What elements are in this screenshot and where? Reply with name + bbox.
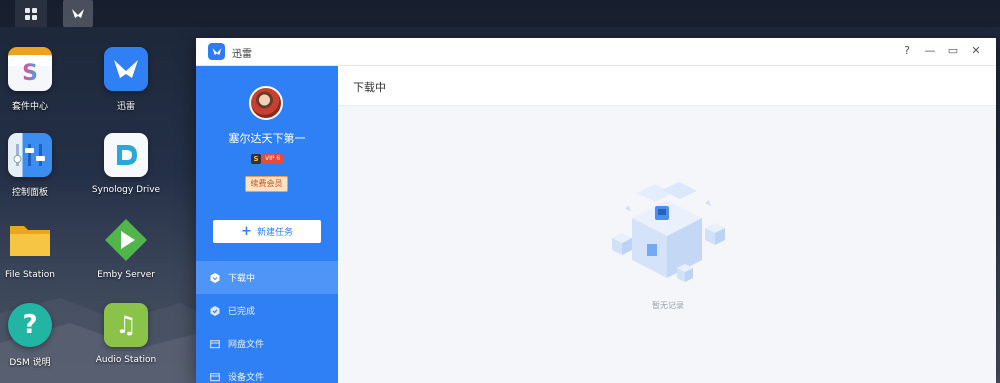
nav-item-device-files[interactable]: 设备文件: [196, 360, 338, 383]
page-title: 下载中: [353, 81, 386, 94]
new-task-label: 新建任务: [256, 228, 293, 238]
window-titlebar[interactable]: 迅雷 ? — ▭ ✕: [196, 38, 996, 66]
desktop-icon-dsm-help[interactable]: ? DSM 说明: [0, 303, 70, 368]
music-note-icon: ♫: [104, 303, 148, 347]
control-panel-icon: [8, 133, 52, 177]
nav-item-downloading[interactable]: 下载中: [196, 261, 338, 294]
desktop-icon-file-station[interactable]: File Station: [0, 218, 70, 280]
vip-level: VIP 6: [262, 153, 284, 164]
help-icon: ?: [8, 303, 52, 347]
close-button[interactable]: ✕: [968, 43, 984, 59]
main-menu-button[interactable]: [15, 0, 47, 27]
new-task-button[interactable]: + 新建任务: [213, 220, 321, 243]
thunder-bird-icon: [104, 47, 148, 91]
folder-icon: [8, 218, 52, 262]
nav-item-label: 网盘文件: [228, 340, 265, 350]
desktop-icon-synology-drive[interactable]: Synology Drive: [86, 133, 166, 195]
desktop-icon-package-center[interactable]: S 套件中心: [0, 47, 70, 112]
cloud-folder-icon: [210, 339, 220, 348]
desktop-icon-label: 迅雷: [116, 102, 135, 112]
vip-s-mark: S: [251, 153, 261, 164]
nav-item-cloud-files[interactable]: 网盘文件: [196, 327, 338, 360]
empty-state-text: 暂无记录: [652, 301, 684, 310]
desktop-icon-label: Emby Server: [97, 270, 155, 280]
minimize-button[interactable]: —: [922, 43, 938, 59]
avatar[interactable]: [249, 86, 283, 120]
maximize-button[interactable]: ▭: [945, 43, 961, 59]
desktop-icon-label: DSM 说明: [9, 358, 51, 368]
device-folder-icon: [210, 372, 220, 381]
taskbar-thunder-button[interactable]: [63, 0, 93, 27]
nav-item-completed[interactable]: 已完成: [196, 294, 338, 327]
renew-vip-button[interactable]: 续费会员: [245, 176, 288, 192]
desktop-icon-label: File Station: [5, 270, 55, 280]
download-hexagon-icon: [210, 272, 220, 283]
emby-play-icon: [104, 218, 148, 262]
grid-icon: [25, 7, 37, 20]
desktop-icon-label: 套件中心: [11, 102, 48, 112]
nav-item-label: 已完成: [228, 307, 256, 317]
window-title: 迅雷: [232, 49, 252, 60]
vip-badge: S VIP 6: [251, 153, 284, 164]
package-center-icon: S: [8, 47, 52, 91]
username: 塞尔达天下第一: [228, 132, 306, 145]
desktop-icon-label: Audio Station: [95, 355, 157, 365]
thunder-bird-icon: [208, 43, 225, 60]
thunder-window: 迅雷 ? — ▭ ✕ 塞尔达天下第一 S VIP 6 续费会员 + 新建任务 下…: [196, 38, 996, 383]
check-shield-icon: [210, 305, 220, 316]
desktop-icon-label: Synology Drive: [91, 185, 161, 195]
desktop-icon-thunder[interactable]: 迅雷: [86, 47, 166, 112]
empty-box-illustration: [612, 182, 725, 282]
plus-icon: +: [241, 224, 252, 239]
desktop-icon-label: 控制面板: [11, 188, 48, 198]
synology-drive-icon: [104, 133, 148, 177]
nav-item-label: 设备文件: [228, 373, 265, 383]
taskbar: [0, 0, 1000, 27]
nav-item-label: 下载中: [228, 274, 256, 284]
sidebar: 塞尔达天下第一 S VIP 6 续费会员 + 新建任务 下载中 已完成 网盘文件…: [196, 66, 338, 383]
desktop-icon-emby[interactable]: Emby Server: [86, 218, 166, 280]
help-button[interactable]: ?: [899, 43, 915, 59]
main-header: 下载中: [338, 66, 996, 106]
desktop-icon-audio-station[interactable]: ♫ Audio Station: [86, 303, 166, 365]
desktop-icon-control-panel[interactable]: 控制面板: [0, 133, 70, 198]
thunder-bird-icon: [72, 8, 84, 18]
